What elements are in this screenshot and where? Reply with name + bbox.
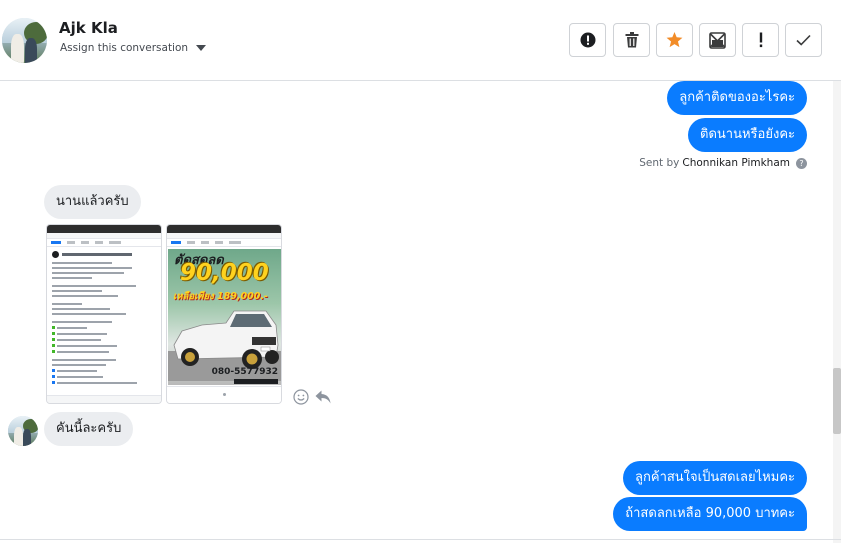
contact-avatar-small[interactable] [8, 416, 38, 446]
composer-border [0, 539, 841, 543]
mark-spam-button[interactable] [569, 23, 606, 57]
mark-done-button[interactable] [785, 23, 822, 57]
follow-up-button[interactable] [742, 23, 779, 57]
sender-name[interactable]: Chonnikan Pimkham [682, 157, 790, 169]
check-icon [796, 34, 811, 46]
help-icon[interactable]: ? [796, 157, 807, 169]
mark-unread-button[interactable] [699, 23, 736, 57]
contact-avatar[interactable] [2, 18, 47, 63]
image-attachment-screenshot[interactable] [46, 224, 162, 404]
message-outgoing[interactable]: ถ้าสดลกเหลือ 90,000 บาทคะ [613, 497, 807, 531]
ad-phone: 080-5577932 [211, 367, 278, 377]
assign-conversation-dropdown[interactable]: Assign this conversation [60, 42, 207, 54]
reply-icon[interactable] [315, 390, 331, 404]
delete-button[interactable] [613, 23, 650, 57]
star-button[interactable] [656, 23, 693, 57]
message-outgoing[interactable]: ติดนานหรือยังคะ [688, 118, 807, 152]
message-incoming[interactable]: นานแล้วครับ [44, 185, 141, 219]
image-attachment-car-ad[interactable]: ตัดสดลด 90,000 เหลือเพียง 189,000.- 080-… [166, 224, 282, 404]
alert-circle-icon [580, 32, 595, 48]
scrollbar-track[interactable] [833, 81, 841, 543]
ad-amount: 90,000 [180, 260, 269, 286]
sent-by-label: Sent by Chonnikan Pimkham ? [639, 157, 807, 169]
exclamation-icon [759, 32, 762, 48]
star-icon [666, 32, 683, 48]
message-outgoing[interactable]: ลูกค้าติดของอะไรคะ [667, 81, 807, 115]
message-incoming[interactable]: คันนี้ละครับ [44, 412, 134, 446]
chevron-down-icon [196, 45, 207, 51]
react-icon[interactable] [293, 389, 309, 405]
scrollbar-thumb[interactable] [833, 368, 841, 434]
assign-label: Assign this conversation [60, 42, 189, 54]
message-outgoing[interactable]: ลูกค้าสนใจเป็นสดเลยไหมคะ [623, 461, 807, 495]
message-thread[interactable]: ลูกค้าติดของอะไรคะ ติดนานหรือยังคะ Sent … [0, 81, 841, 543]
mail-icon [709, 31, 726, 49]
contact-name[interactable]: Ajk Kla [59, 19, 118, 37]
trash-icon [625, 32, 638, 48]
conversation-header: Ajk Kla Assign this conversation [0, 0, 841, 81]
